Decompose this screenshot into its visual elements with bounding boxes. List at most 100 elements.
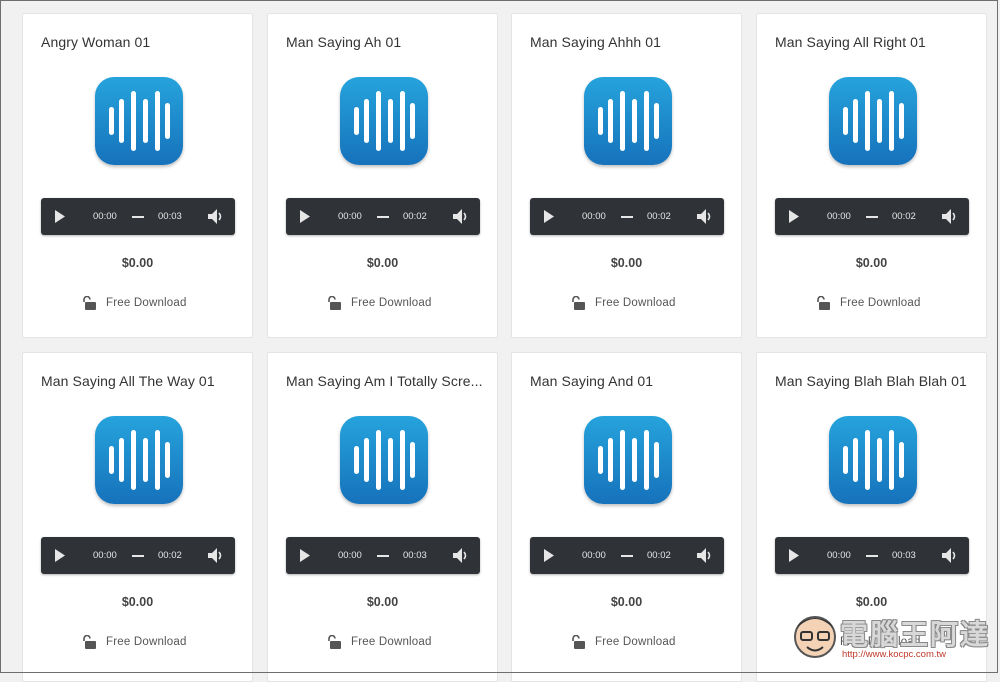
price-label: $0.00 — [121, 256, 154, 270]
sound-wave-glyph — [109, 91, 170, 151]
current-time: 00:00 — [582, 211, 606, 222]
volume-icon[interactable] — [208, 548, 224, 563]
free-download-link[interactable]: Free Download — [81, 295, 187, 311]
sound-wave-icon — [95, 77, 183, 165]
play-icon[interactable] — [543, 210, 555, 223]
wave-bar — [143, 99, 148, 143]
audio-player: 00:00 00:03 — [775, 537, 969, 574]
sound-wave-glyph — [843, 430, 904, 490]
play-icon[interactable] — [54, 210, 66, 223]
sound-wave-glyph — [598, 430, 659, 490]
audio-player: 00:00 00:03 — [286, 537, 480, 574]
wave-bar — [364, 99, 369, 143]
free-download-link[interactable]: Free Download — [326, 634, 432, 650]
volume-icon[interactable] — [208, 209, 224, 224]
mascot-face-icon — [794, 616, 836, 658]
time-separator — [621, 216, 633, 218]
sound-wave-icon — [584, 77, 672, 165]
sound-title[interactable]: Man Saying All The Way 01 — [41, 373, 241, 389]
sound-title[interactable]: Man Saying Ahhh 01 — [530, 34, 730, 50]
volume-icon[interactable] — [697, 209, 713, 224]
wave-bar — [376, 91, 381, 151]
wave-bar — [131, 91, 136, 151]
price-label: $0.00 — [366, 595, 399, 609]
sound-card: Man Saying And 01 00:00 00:02 $0.00 Free… — [511, 352, 742, 682]
wave-bar — [400, 91, 405, 151]
wave-bar — [119, 438, 124, 482]
sound-title[interactable]: Man Saying Ah 01 — [286, 34, 486, 50]
free-download-label: Free Download — [106, 297, 187, 309]
current-time: 00:00 — [93, 550, 117, 561]
wave-bar — [654, 103, 659, 139]
wave-bar — [155, 91, 160, 151]
volume-icon[interactable] — [697, 548, 713, 563]
free-download-label: Free Download — [106, 636, 187, 648]
sound-title[interactable]: Angry Woman 01 — [41, 34, 241, 50]
wave-bar — [620, 91, 625, 151]
volume-icon[interactable] — [453, 209, 469, 224]
volume-icon[interactable] — [453, 548, 469, 563]
audio-player: 00:00 00:02 — [775, 198, 969, 235]
play-icon[interactable] — [543, 549, 555, 562]
wave-bar — [165, 442, 170, 478]
sound-card: Man Saying Ahhh 01 00:00 00:02 $0.00 Fre… — [511, 13, 742, 338]
wave-bar — [632, 99, 637, 143]
current-time: 00:00 — [338, 550, 362, 561]
sound-wave-glyph — [354, 430, 415, 490]
sound-title[interactable]: Man Saying Am I Totally Scre... — [286, 373, 486, 389]
sound-title[interactable]: Man Saying All Right 01 — [775, 34, 975, 50]
sound-title[interactable]: Man Saying Blah Blah Blah 01 — [775, 373, 975, 389]
time-separator — [866, 216, 878, 218]
play-icon[interactable] — [788, 549, 800, 562]
wave-bar — [119, 99, 124, 143]
wave-bar — [853, 99, 858, 143]
sound-card: Man Saying All Right 01 00:00 00:02 $0.0… — [756, 13, 987, 338]
sound-wave-icon — [95, 416, 183, 504]
wave-bar — [410, 442, 415, 478]
audio-player: 00:00 00:02 — [530, 198, 724, 235]
sound-title[interactable]: Man Saying And 01 — [530, 373, 730, 389]
unlock-icon — [817, 296, 830, 310]
wave-bar — [155, 430, 160, 490]
wave-bar — [889, 430, 894, 490]
watermark-text: 電腦王阿達 — [840, 618, 991, 651]
wave-bar — [598, 446, 603, 474]
wave-bar — [877, 438, 882, 482]
wave-bar — [843, 107, 848, 135]
sound-wave-glyph — [109, 430, 170, 490]
audio-player: 00:00 00:03 — [41, 198, 235, 235]
wave-bar — [354, 107, 359, 135]
play-icon[interactable] — [299, 210, 311, 223]
volume-icon[interactable] — [942, 548, 958, 563]
wave-bar — [608, 438, 613, 482]
price-label: $0.00 — [855, 595, 888, 609]
free-download-link[interactable]: Free Download — [815, 295, 921, 311]
wave-bar — [131, 430, 136, 490]
wave-bar — [410, 103, 415, 139]
play-icon[interactable] — [788, 210, 800, 223]
price-label: $0.00 — [610, 256, 643, 270]
wave-bar — [109, 446, 114, 474]
unlock-icon — [328, 296, 341, 310]
price-label: $0.00 — [366, 256, 399, 270]
wave-bar — [843, 446, 848, 474]
current-time: 00:00 — [827, 550, 851, 561]
wave-bar — [376, 430, 381, 490]
play-icon[interactable] — [299, 549, 311, 562]
free-download-link[interactable]: Free Download — [570, 634, 676, 650]
volume-icon[interactable] — [942, 209, 958, 224]
wave-bar — [853, 438, 858, 482]
wave-bar — [632, 438, 637, 482]
play-icon[interactable] — [54, 549, 66, 562]
wave-bar — [354, 446, 359, 474]
unlock-icon — [328, 635, 341, 649]
wave-bar — [899, 103, 904, 139]
sound-card: Angry Woman 01 00:00 00:03 $0.00 Free Do… — [22, 13, 253, 338]
free-download-link[interactable]: Free Download — [326, 295, 432, 311]
duration-time: 00:02 — [647, 211, 671, 222]
duration-time: 00:02 — [892, 211, 916, 222]
free-download-link[interactable]: Free Download — [570, 295, 676, 311]
free-download-link[interactable]: Free Download — [81, 634, 187, 650]
duration-time: 00:03 — [158, 211, 182, 222]
free-download-label: Free Download — [351, 636, 432, 648]
